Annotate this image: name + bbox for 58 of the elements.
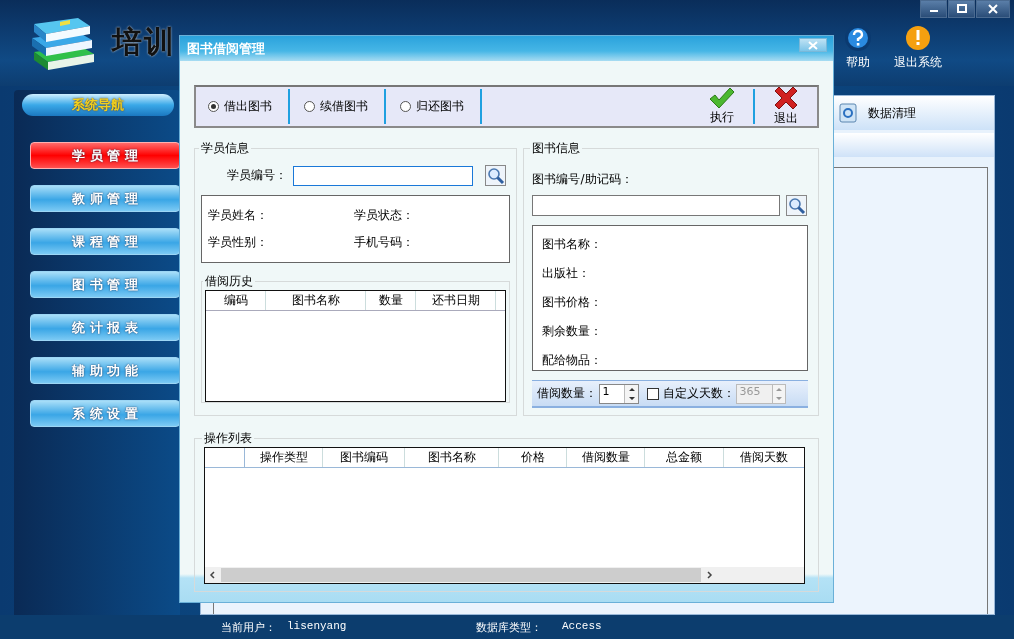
group-title: 学员信息: [200, 140, 250, 157]
scroll-right-icon: [704, 570, 714, 580]
column-header[interactable]: 总金额: [645, 448, 724, 467]
warning-icon: [904, 24, 932, 52]
info-label: 配给物品：: [542, 352, 604, 369]
help-button[interactable]: 帮助: [844, 24, 872, 71]
cross-icon: [773, 86, 799, 110]
info-label: 图书名称：: [542, 236, 604, 253]
info-label: 学员性别：: [208, 234, 269, 251]
info-label: 手机号码：: [354, 234, 415, 251]
close-button[interactable]: [976, 0, 1010, 18]
book-id-field[interactable]: [532, 195, 781, 216]
group-title: 借阅历史: [204, 273, 254, 290]
field-label: 图书编号/助记码：: [532, 171, 634, 188]
search-button[interactable]: [786, 195, 808, 216]
status-value: Access: [562, 620, 602, 632]
info-label: 学员姓名：: [208, 207, 269, 224]
group-title: 操作列表: [203, 430, 253, 447]
maximize-icon: [955, 4, 968, 14]
quantity-spinner[interactable]: 1: [599, 383, 640, 404]
status-value: lisenyang: [287, 620, 347, 632]
column-header[interactable]: 图书编码: [323, 448, 405, 467]
column-header[interactable]: 借阅天数: [724, 448, 804, 467]
column-header[interactable]: 还书日期: [416, 291, 496, 310]
navigation-title: 系统导航: [22, 94, 174, 116]
status-label: 当前用户：: [221, 620, 276, 635]
exit-button[interactable]: 退出: [773, 86, 799, 127]
column-header[interactable]: 借阅数量: [567, 448, 645, 467]
field-label: 学员编号：: [227, 167, 287, 184]
search-button[interactable]: [485, 165, 506, 186]
dialog-title: 图书借阅管理: [187, 39, 265, 58]
group-title: 图书信息: [531, 140, 582, 157]
info-label: 图书价格：: [542, 294, 604, 311]
status-label: 数据库类型：: [476, 620, 542, 635]
info-label: 学员状态：: [354, 207, 415, 224]
close-icon: [808, 40, 818, 50]
maximize-button[interactable]: [948, 0, 975, 18]
mode-radio[interactable]: 归还图书: [400, 98, 480, 115]
column-header[interactable]: 图书名称: [405, 448, 499, 467]
app-title: 培训: [112, 23, 176, 61]
field-label: 借阅数量：: [537, 385, 598, 402]
nav-button[interactable]: 学 员 管 理: [30, 142, 180, 169]
horizontal-scrollbar[interactable]: [205, 567, 804, 583]
info-label: 出版社：: [542, 265, 592, 282]
column-header[interactable]: 编码: [206, 291, 266, 310]
column-header[interactable]: 数量: [366, 291, 416, 310]
column-header[interactable]: 价格: [499, 448, 567, 467]
minimize-button[interactable]: [920, 0, 947, 18]
column-header[interactable]: 操作类型: [245, 448, 323, 467]
mode-radio[interactable]: 续借图书: [304, 98, 384, 115]
mode-radio[interactable]: 借出图书: [208, 98, 288, 115]
info-label: 剩余数量：: [542, 323, 604, 340]
exit-button[interactable]: 退出系统: [894, 24, 942, 71]
scroll-left-icon: [208, 570, 218, 580]
execute-button[interactable]: 执行: [709, 87, 735, 126]
close-icon: [987, 4, 999, 14]
column-header[interactable]: 图书名称: [266, 291, 366, 310]
student-id-field[interactable]: [293, 165, 473, 186]
